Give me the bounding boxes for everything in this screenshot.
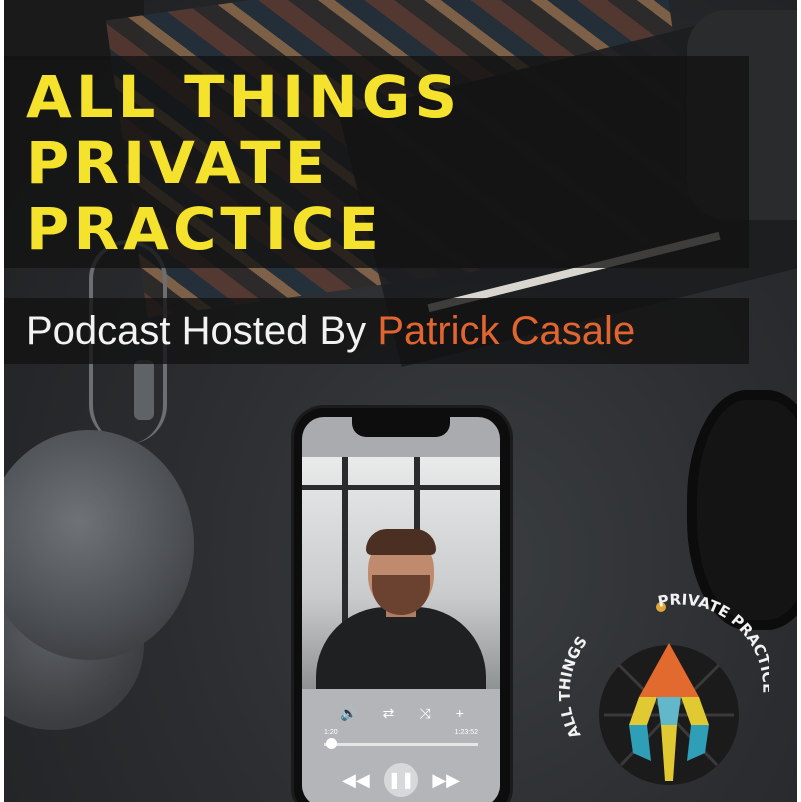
repeat-icon[interactable]: ⇄ xyxy=(383,705,395,722)
time-elapsed: 1:20 xyxy=(324,729,338,736)
logo-arc-left: ALL THINGS xyxy=(559,633,591,742)
pause-button[interactable]: ❚❚ xyxy=(384,763,418,797)
shuffle-icon[interactable]: ⤨ xyxy=(419,705,430,722)
show-logo: ALL THINGS PRIVATE PRACTICE xyxy=(559,590,769,785)
logo-arc-left-text: ALL THINGS xyxy=(559,633,591,742)
podcast-title: ALL THINGS PRIVATE PRACTICE xyxy=(26,64,461,262)
podcast-cover: ALL THINGS PRIVATE PRACTICE Podcast Host… xyxy=(4,0,797,802)
rewind-icon[interactable]: ◀◀ xyxy=(342,770,370,791)
headphone-earcup xyxy=(4,430,194,660)
player-times: 1:20 1:23:52 xyxy=(324,729,478,736)
phone-screen: 🔊 ⇄ ⤨ + 1:20 1:23:52 ◀◀ ❚❚ ▶▶ xyxy=(302,417,500,802)
phone-notch xyxy=(352,417,450,437)
window-frame xyxy=(302,485,500,490)
forward-icon[interactable]: ▶▶ xyxy=(432,770,460,791)
player-options-row: 🔊 ⇄ ⤨ + xyxy=(340,705,464,722)
podcast-subtitle: Podcast Hosted By Patrick Casale xyxy=(26,306,635,356)
host-video xyxy=(302,457,500,727)
headphone-band xyxy=(134,360,154,420)
title-line-2: PRIVATE xyxy=(26,129,330,197)
title-line-1: ALL THINGS xyxy=(26,63,462,131)
progress-knob[interactable] xyxy=(326,738,338,749)
subtitle-prefix: Podcast Hosted By xyxy=(26,309,367,353)
progress-track[interactable] xyxy=(324,743,478,746)
transport-controls: ◀◀ ❚❚ ▶▶ xyxy=(342,763,460,797)
host-hair xyxy=(366,529,436,555)
host-name: Patrick Casale xyxy=(377,309,636,353)
title-line-3: PRACTICE xyxy=(26,195,383,263)
plus-icon[interactable]: + xyxy=(456,705,464,722)
pause-icon: ❚❚ xyxy=(387,772,415,789)
speaker-icon[interactable]: 🔊 xyxy=(340,705,357,722)
time-total: 1:23:52 xyxy=(454,729,478,736)
player-controls: 🔊 ⇄ ⤨ + 1:20 1:23:52 ◀◀ ❚❚ ▶▶ xyxy=(302,689,500,802)
